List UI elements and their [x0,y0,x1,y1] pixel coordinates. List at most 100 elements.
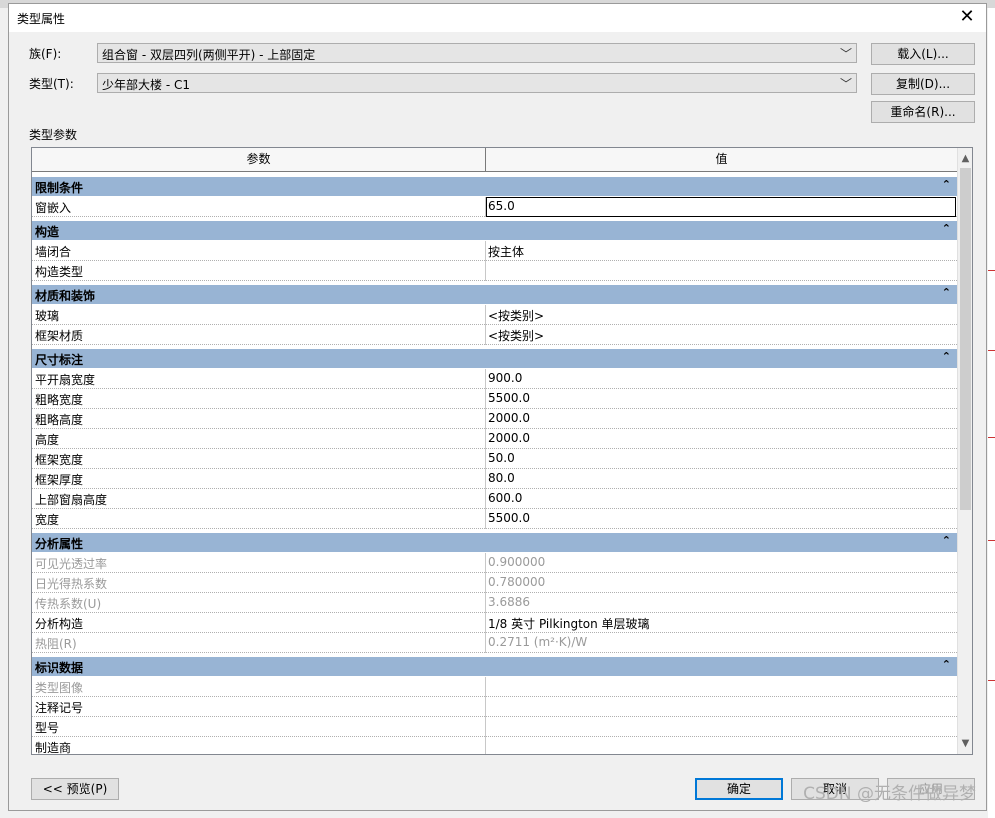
collapse-icon[interactable]: ⌃ [942,178,951,191]
family-label: 族(F): [29,47,62,61]
column-divider [485,369,486,389]
parameter-row[interactable]: 注释记号 [32,697,957,717]
background-window-edge [988,8,995,818]
group-header[interactable]: 构造 ⌃ [32,221,957,241]
group-header[interactable]: 分析属性 ⌃ [32,533,957,553]
parameter-row[interactable]: 日光得热系数 0.780000 [32,573,957,593]
parameter-value: 3.6886 [488,595,530,609]
group-title: 材质和装饰 [35,289,96,303]
scroll-thumb[interactable] [960,168,971,510]
parameter-value[interactable]: 900.0 [488,371,522,385]
parameter-row[interactable]: 框架材质 <按类别> [32,325,957,345]
parameter-row[interactable]: 类型图像 [32,677,957,697]
parameter-row[interactable]: 宽度 5500.0 [32,509,957,529]
column-divider [485,449,486,469]
parameter-name: 制造商 [35,741,72,755]
type-value: 少年部大楼 - C1 [102,78,190,92]
column-header-value[interactable]: 值 [486,148,957,171]
collapse-icon[interactable]: ⌃ [942,534,951,547]
parameter-row[interactable]: 墙闭合 按主体 [32,241,957,261]
parameter-row[interactable]: 上部窗扇高度 600.0 [32,489,957,509]
column-divider [485,553,486,573]
parameter-name: 窗嵌入 [35,201,72,215]
parameter-value[interactable]: <按类别> [488,307,544,324]
parameter-value[interactable]: 5500.0 [488,391,530,405]
chevron-down-icon: ﹀ [839,77,852,91]
column-divider [485,305,486,325]
scroll-down-icon[interactable]: ▼ [958,735,972,752]
load-button[interactable]: 载入(L)... [871,43,975,65]
collapse-icon[interactable]: ⌃ [942,222,951,235]
parameter-value[interactable]: <按类别> [488,327,544,344]
group-title: 分析属性 [35,537,84,551]
chevron-down-icon: ﹀ [839,47,852,61]
collapse-icon[interactable]: ⌃ [942,286,951,299]
type-parameters-label: 类型参数 [29,128,78,142]
column-divider [485,489,486,509]
group-title: 构造 [35,225,60,239]
parameter-row[interactable]: 平开扇宽度 900.0 [32,369,957,389]
parameter-value[interactable]: 2000.0 [488,411,530,425]
group-header[interactable]: 尺寸标注 ⌃ [32,349,957,369]
type-dropdown[interactable]: 少年部大楼 - C1 ﹀ [97,73,857,93]
parameter-row[interactable]: 制造商 [32,737,957,755]
parameter-value[interactable]: 600.0 [488,491,522,505]
column-divider [485,677,486,697]
family-value: 组合窗 - 双层四列(两侧平开) - 上部固定 [102,48,316,62]
parameter-value[interactable]: 65.0 [488,199,515,213]
column-divider [485,325,486,345]
parameter-row[interactable]: 热阻(R) 0.2711 (m²·K)/W [32,633,957,653]
family-dropdown[interactable]: 组合窗 - 双层四列(两侧平开) - 上部固定 ﹀ [97,43,857,63]
parameter-grid: 参数 值 限制条件 ⌃ 窗嵌入 65.0 构造 ⌃ 墙闭合 按主体 构造类型材质和装饰 ⌃ 玻璃 <按… [31,147,973,755]
parameter-row[interactable]: 框架厚度 80.0 [32,469,957,489]
parameter-name: 注释记号 [35,701,84,715]
parameter-row[interactable]: 窗嵌入 65.0 [32,197,957,217]
parameter-row[interactable]: 构造类型 [32,261,957,281]
parameter-name: 粗略高度 [35,413,84,427]
column-divider [485,633,486,653]
column-divider [485,573,486,593]
background-mark [988,680,995,681]
vertical-scrollbar[interactable]: ▲ ▼ [957,148,972,754]
parameter-row[interactable]: 高度 2000.0 [32,429,957,449]
collapse-icon[interactable]: ⌃ [942,350,951,363]
duplicate-button[interactable]: 复制(D)... [871,73,975,95]
parameter-value[interactable]: 50.0 [488,451,515,465]
parameter-name: 上部窗扇高度 [35,493,108,507]
ok-button[interactable]: 确定 [695,778,783,800]
group-header[interactable]: 材质和装饰 ⌃ [32,285,957,305]
background-mark [988,270,995,271]
parameter-value[interactable]: 5500.0 [488,511,530,525]
close-icon[interactable]: ✕ [956,6,978,28]
group-title: 标识数据 [35,661,84,675]
group-header[interactable]: 限制条件 ⌃ [32,177,957,197]
parameter-row[interactable]: 型号 [32,717,957,737]
parameter-value[interactable]: 80.0 [488,471,515,485]
parameter-row[interactable]: 可见光透过率 0.900000 [32,553,957,573]
scroll-up-icon[interactable]: ▲ [958,150,972,167]
parameter-value[interactable]: 按主体 [488,243,524,260]
group-header[interactable]: 标识数据 ⌃ [32,657,957,677]
parameter-name: 框架材质 [35,329,84,343]
parameter-value[interactable]: 2000.0 [488,431,530,445]
parameter-value[interactable]: 1/8 英寸 Pilkington 单层玻璃 [488,615,650,632]
collapse-icon[interactable]: ⌃ [942,658,951,671]
parameter-name: 分析构造 [35,617,84,631]
parameter-row[interactable]: 玻璃 <按类别> [32,305,957,325]
column-divider [485,261,486,281]
parameter-row[interactable]: 粗略宽度 5500.0 [32,389,957,409]
parameter-value: 0.2711 (m²·K)/W [488,635,588,649]
rename-button[interactable]: 重命名(R)... [871,101,975,123]
parameter-row[interactable]: 分析构造 1/8 英寸 Pilkington 单层玻璃 [32,613,957,633]
background-mark [988,437,995,438]
value-edit-field[interactable] [486,197,956,217]
parameter-row[interactable]: 传热系数(U) 3.6886 [32,593,957,613]
preview-button[interactable]: << 预览(P) [31,778,119,800]
background-mark [988,350,995,351]
parameter-row[interactable]: 粗略高度 2000.0 [32,409,957,429]
parameter-row[interactable]: 框架宽度 50.0 [32,449,957,469]
column-divider [485,389,486,409]
group-title: 限制条件 [35,181,84,195]
parameter-name: 传热系数(U) [35,597,102,611]
column-header-parameter[interactable]: 参数 [32,148,486,171]
